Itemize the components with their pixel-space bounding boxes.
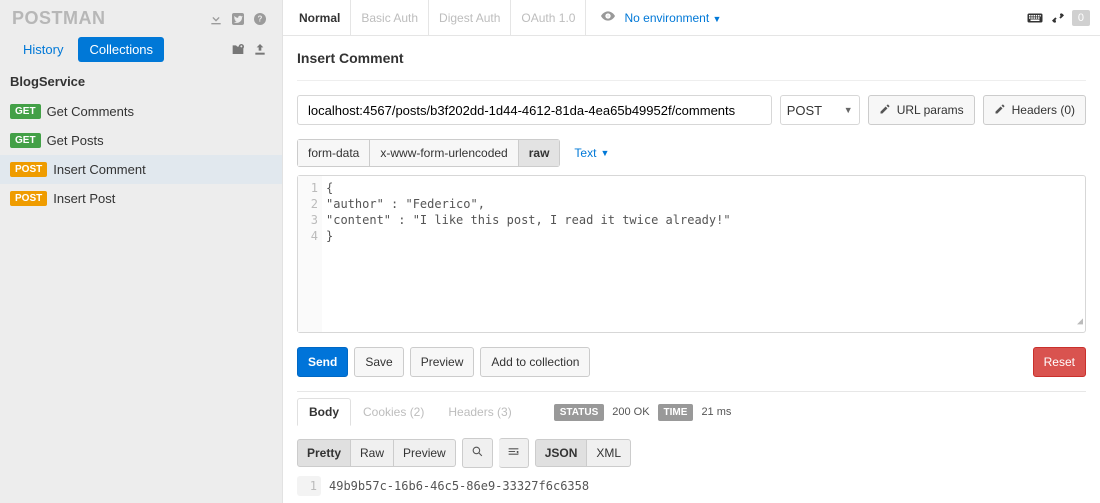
environment-selector[interactable]: No environment ▼ [624,11,721,25]
status-label: STATUS [554,404,605,421]
request-title: Insert Comment [297,50,1086,66]
add-collection-icon[interactable] [228,40,248,60]
import-icon[interactable] [250,40,270,60]
raw-type-dropdown[interactable]: Text▼ [574,146,609,160]
sidebar-item-insert-post[interactable]: POST Insert Post [0,184,282,213]
chevron-down-icon: ▼ [844,105,853,115]
method-badge: GET [10,133,41,148]
tab-collections[interactable]: Collections [78,37,164,62]
svg-text:?: ? [258,14,263,23]
sidebar-item-get-comments[interactable]: GET Get Comments [0,97,282,126]
view-raw[interactable]: Raw [351,439,394,467]
body-type-raw[interactable]: raw [519,139,561,167]
add-to-collection-button[interactable]: Add to collection [480,347,590,377]
response-tab-headers[interactable]: Headers (3) [436,398,523,426]
url-input[interactable] [297,95,772,125]
download-icon[interactable] [206,9,226,29]
line-gutter: 1 2 3 4 [298,176,322,332]
response-body-text: 49b9b57c-16b6-46c5-86e9-33327f6c6358 [321,476,597,496]
twitter-icon[interactable] [228,9,248,29]
method-value: POST [787,103,822,118]
response-tab-cookies[interactable]: Cookies (2) [351,398,436,426]
headers-button[interactable]: Headers (0) [983,95,1086,125]
response-line-gutter: 1 [297,476,321,496]
status-value: 200 OK [612,406,649,418]
method-badge: POST [10,191,47,206]
collection-title[interactable]: BlogService [0,68,282,97]
edit-icon [994,103,1006,118]
settings-icon[interactable] [1050,10,1066,26]
request-body-text[interactable]: { "author" : "Federico", "content" : "I … [322,176,1085,332]
save-button[interactable]: Save [354,347,403,377]
main-panel: Normal Basic Auth Digest Auth OAuth 1.0 … [283,0,1100,503]
format-xml[interactable]: XML [587,439,631,467]
request-body-editor[interactable]: 1 2 3 4 { "author" : "Federico", "conten… [297,175,1086,333]
auth-tab-digest[interactable]: Digest Auth [429,0,511,35]
url-params-button[interactable]: URL params [868,95,975,125]
keyboard-icon[interactable] [1026,9,1044,27]
sidebar-item-insert-comment[interactable]: POST Insert Comment [0,155,282,184]
sidebar-item-get-posts[interactable]: GET Get Posts [0,126,282,155]
view-preview[interactable]: Preview [394,439,456,467]
method-badge: POST [10,162,47,177]
app-logo: POSTMAN [12,8,106,29]
tab-history[interactable]: History [12,37,74,62]
search-response-icon[interactable] [462,438,493,468]
auth-tab-basic[interactable]: Basic Auth [351,0,429,35]
topbar: Normal Basic Auth Digest Auth OAuth 1.0 … [283,0,1100,36]
send-button[interactable]: Send [297,347,348,377]
sidebar-item-label: Insert Comment [53,162,145,177]
help-icon[interactable]: ? [250,9,270,29]
response-tab-body[interactable]: Body [297,398,351,426]
wrap-lines-icon[interactable] [499,438,529,468]
auth-tab-normal[interactable]: Normal [289,0,351,35]
reset-button[interactable]: Reset [1033,347,1086,377]
method-badge: GET [10,104,41,119]
time-label: TIME [658,404,694,421]
eye-icon[interactable] [600,8,616,27]
auth-tab-oauth1[interactable]: OAuth 1.0 [511,0,586,35]
body-type-form-data[interactable]: form-data [297,139,370,167]
sidebar: POSTMAN ? History Collections [0,0,283,503]
resize-handle-icon[interactable]: ◢ [1077,314,1083,330]
body-type-urlencoded[interactable]: x-www-form-urlencoded [370,139,518,167]
time-value: 21 ms [701,406,731,418]
notification-badge[interactable]: 0 [1072,10,1090,26]
method-select[interactable]: POST ▼ [780,95,860,125]
view-pretty[interactable]: Pretty [297,439,351,467]
preview-button[interactable]: Preview [410,347,475,377]
edit-icon [879,103,891,118]
format-json[interactable]: JSON [535,439,588,467]
sidebar-item-label: Get Posts [47,133,104,148]
sidebar-item-label: Get Comments [47,104,134,119]
sidebar-item-label: Insert Post [53,191,115,206]
